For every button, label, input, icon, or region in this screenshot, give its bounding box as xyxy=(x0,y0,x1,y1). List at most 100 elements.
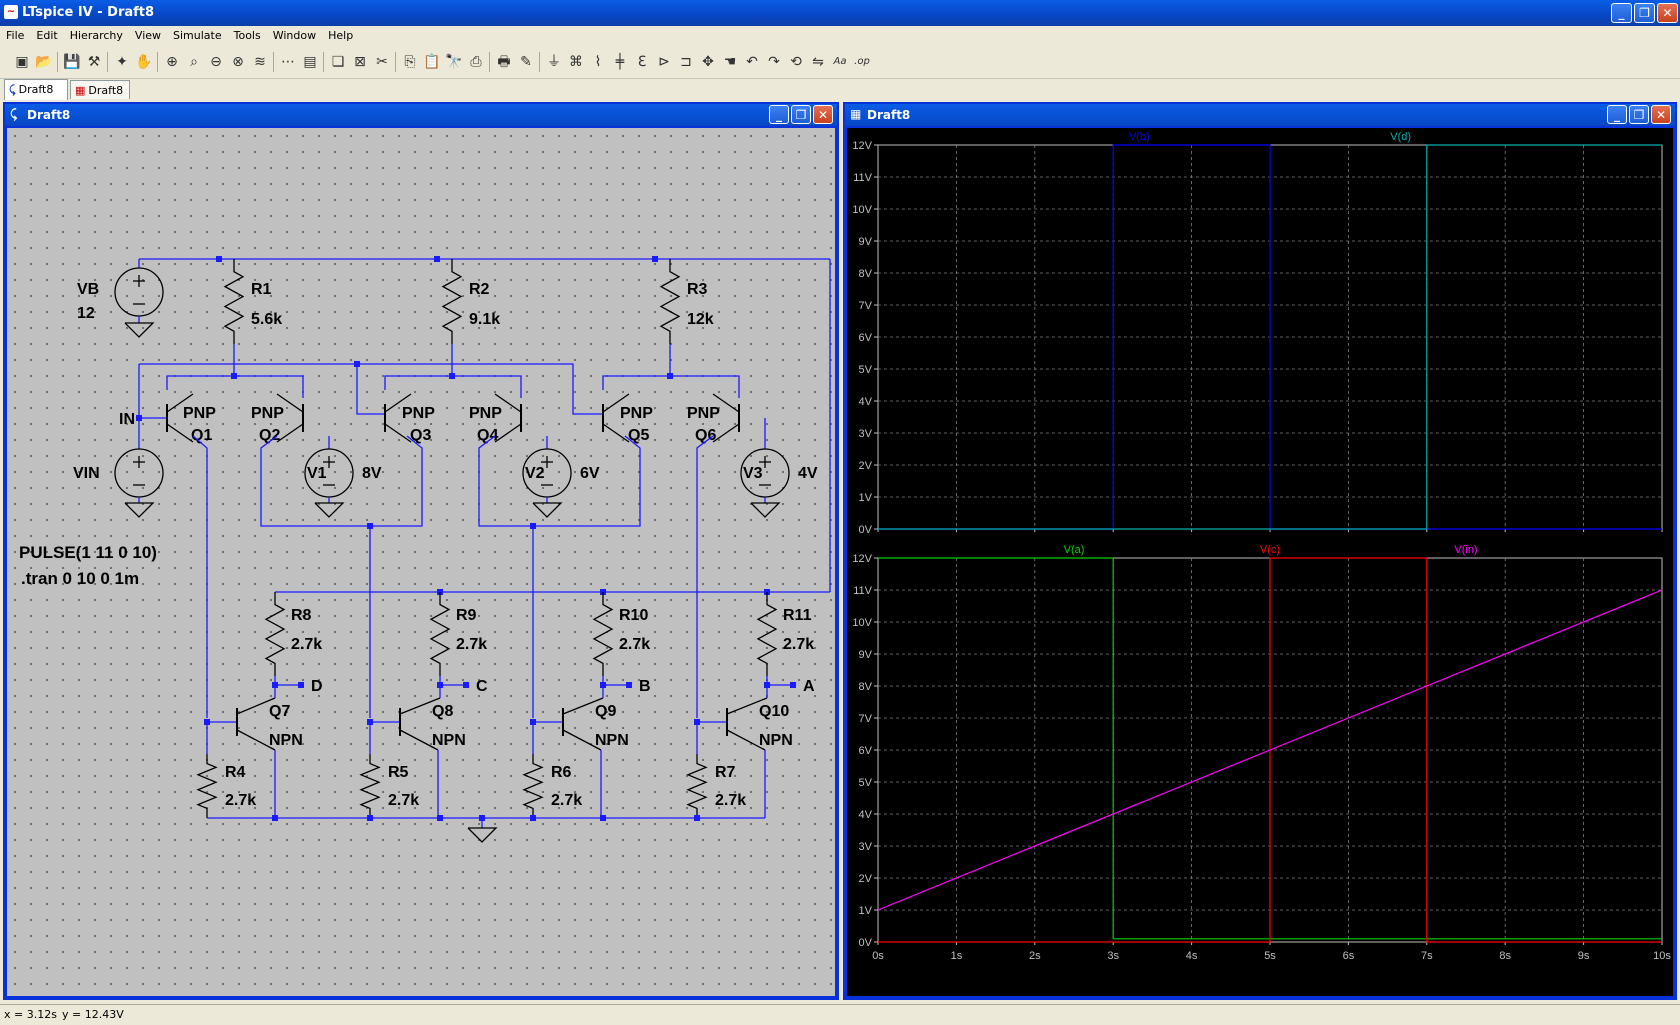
menu-tools[interactable]: Tools xyxy=(228,26,267,42)
menu-window[interactable]: Window xyxy=(267,26,322,42)
view-icon[interactable]: ⋯ xyxy=(278,52,298,72)
schematic-window-titlebar[interactable]: ⤹ Draft8 _ ❐ ✕ xyxy=(5,104,837,126)
pnp-6-type: PNP xyxy=(687,405,720,422)
r4-resistor xyxy=(196,754,218,818)
drag-icon[interactable]: ☚ xyxy=(720,52,740,72)
zoom-out-icon[interactable]: ⊖ xyxy=(206,52,226,72)
wire xyxy=(384,344,453,390)
cut-icon[interactable]: ✂ xyxy=(372,52,392,72)
inductor-icon[interactable]: ℇ xyxy=(632,52,652,72)
waveform-plot-area[interactable]: 0V 1V 2V 3V 4V 5V 6V 7V 8V 9V 10V 11V 12V V(b) V(d) 0V 1… xyxy=(847,128,1673,996)
junction xyxy=(231,373,237,379)
pnp-5-type: PNP xyxy=(620,405,653,422)
waveform-window-titlebar[interactable]: ▦ Draft8 _ ❐ ✕ xyxy=(845,104,1675,126)
schematic-icon: ⤹ xyxy=(10,107,18,121)
cascade-icon[interactable]: ❏ xyxy=(328,52,348,72)
diode-icon[interactable]: ⊳ xyxy=(654,52,674,72)
move-icon[interactable]: ✥ xyxy=(698,52,718,72)
autoscale-icon[interactable]: ≋ xyxy=(250,52,270,72)
minimize-button[interactable]: _ xyxy=(1611,3,1632,23)
zoom-fit-icon[interactable]: ⊗ xyxy=(228,52,248,72)
waveform-minimize-button[interactable]: _ xyxy=(1607,105,1627,124)
schematic-maximize-button[interactable]: ❐ xyxy=(791,105,811,124)
rotate-icon[interactable]: ⟲ xyxy=(786,52,806,72)
open-icon[interactable]: 📂 xyxy=(34,52,54,72)
spice-directive-icon[interactable]: .op xyxy=(852,52,872,72)
waveform-maximize-button[interactable]: ❐ xyxy=(1629,105,1649,124)
menu-edit[interactable]: Edit xyxy=(30,26,63,42)
r3-label: R3 xyxy=(687,281,708,298)
menu-file[interactable]: File xyxy=(0,26,30,42)
undo-icon[interactable]: ↶ xyxy=(742,52,762,72)
pnp-1-name: Q1 xyxy=(191,427,212,444)
r10-resistor xyxy=(592,592,614,676)
npn-1-type: NPN xyxy=(269,732,303,749)
find-icon[interactable]: 🔭 xyxy=(444,52,464,72)
status-bar: x = 3.12s y = 12.43V xyxy=(0,1004,1680,1025)
output-c-label: C xyxy=(476,678,488,695)
cursor-y-readout: y = 12.43V xyxy=(62,1008,124,1021)
ground-icon xyxy=(124,322,155,338)
waveform-plots: 0V 1V 2V 3V 4V 5V 6V 7V 8V 9V 10V 11V 12V V(b) V(d) 0V 1… xyxy=(852,131,1671,962)
schematic-minimize-button[interactable]: _ xyxy=(769,105,789,124)
tran-directive: .tran 0 10 0 1m xyxy=(21,569,139,588)
plot-2-ytick-label: 11V xyxy=(853,585,872,597)
schematic-close-button[interactable]: ✕ xyxy=(813,105,833,124)
component-icon[interactable]: ⊐ xyxy=(676,52,696,72)
pnp-1-type: PNP xyxy=(183,405,216,422)
tab-waveform[interactable]: ▦ Draft8 xyxy=(70,80,130,99)
resistor-icon[interactable]: ⌇ xyxy=(588,52,608,72)
waveform-window[interactable]: ▦ Draft8 _ ❐ ✕ 0V 1V 2V 3V 4V 5V 6V 7V 8V 9V 10V 11… xyxy=(843,102,1677,1000)
wire-icon[interactable]: ✎ xyxy=(516,52,536,72)
print-icon[interactable]: 🖶 xyxy=(494,52,514,72)
toolbar-separator xyxy=(273,52,274,72)
control-panel-icon[interactable]: ⚒ xyxy=(84,52,104,72)
paste-icon[interactable]: 📋 xyxy=(422,52,442,72)
wire xyxy=(478,435,641,527)
halt-icon[interactable]: ✋ xyxy=(134,52,154,72)
r1-resistor xyxy=(223,259,245,344)
wire xyxy=(696,435,714,718)
pnp-3-type: PNP xyxy=(402,405,435,422)
plot-2-ytick-label: 5V xyxy=(859,777,873,789)
text-icon[interactable]: Aa xyxy=(830,52,850,72)
ltspice-logo-icon: ~ xyxy=(4,5,18,19)
r2-label: R2 xyxy=(469,281,490,298)
plot-2-ytick-label: 10V xyxy=(852,617,872,629)
tab-schematic[interactable]: ⤹ Draft8 xyxy=(4,79,68,100)
junction xyxy=(437,815,443,821)
save-icon[interactable]: 💾 xyxy=(62,52,82,72)
npn-1-name: Q7 xyxy=(269,703,290,720)
pulse-directive: PULSE(1 11 0 10) xyxy=(19,543,157,562)
menu-hierarchy[interactable]: Hierarchy xyxy=(64,26,129,42)
capacitor-icon[interactable]: ╪ xyxy=(610,52,630,72)
maximize-button[interactable]: ❐ xyxy=(1634,3,1655,23)
zoom-in-icon[interactable]: ⊕ xyxy=(162,52,182,72)
copy-icon[interactable]: ⎘ xyxy=(400,52,420,72)
r5-value: 2.7k xyxy=(388,792,419,809)
mirror-icon[interactable]: ⇋ xyxy=(808,52,828,72)
waveform-close-button[interactable]: ✕ xyxy=(1651,105,1671,124)
label-icon[interactable]: ⌘ xyxy=(566,52,586,72)
run-icon[interactable]: ✦ xyxy=(112,52,132,72)
npn-3-type: NPN xyxy=(595,732,629,749)
zoom-pan-icon[interactable]: ⌕ xyxy=(184,52,204,72)
npn-2-name: Q8 xyxy=(432,703,453,720)
tile-horizontal-icon[interactable]: ▤ xyxy=(300,52,320,72)
plot-2-xtick-label: 6s xyxy=(1343,950,1355,962)
menu-view[interactable]: View xyxy=(129,26,167,42)
print-setup-icon[interactable]: ⎙ xyxy=(466,52,486,72)
schematic-canvas[interactable]: VB 12 R1 5.6k R2 9.1k R3 12k IN PNP Q1 PNP Q2 PNP Q3 PN… xyxy=(7,128,835,996)
close-button[interactable]: ✕ xyxy=(1657,3,1678,23)
schematic-window[interactable]: ⤹ Draft8 _ ❐ ✕ VB 12 R1 5.6k R2 9.1k R3 12k IN PN… xyxy=(3,102,839,1000)
plot-2-xtick-label: 3s xyxy=(1107,950,1119,962)
new-schematic-icon[interactable]: ▣ xyxy=(12,52,32,72)
menu-simulate[interactable]: Simulate xyxy=(167,26,228,42)
series-vd-legend: V(d) xyxy=(1390,131,1411,143)
in-label: IN xyxy=(119,411,135,428)
toolbar-separator xyxy=(489,52,490,72)
redo-icon[interactable]: ↷ xyxy=(764,52,784,72)
menu-help[interactable]: Help xyxy=(322,26,359,42)
close-window-icon[interactable]: ⊠ xyxy=(350,52,370,72)
ground-icon[interactable]: ⏚ xyxy=(544,52,564,72)
